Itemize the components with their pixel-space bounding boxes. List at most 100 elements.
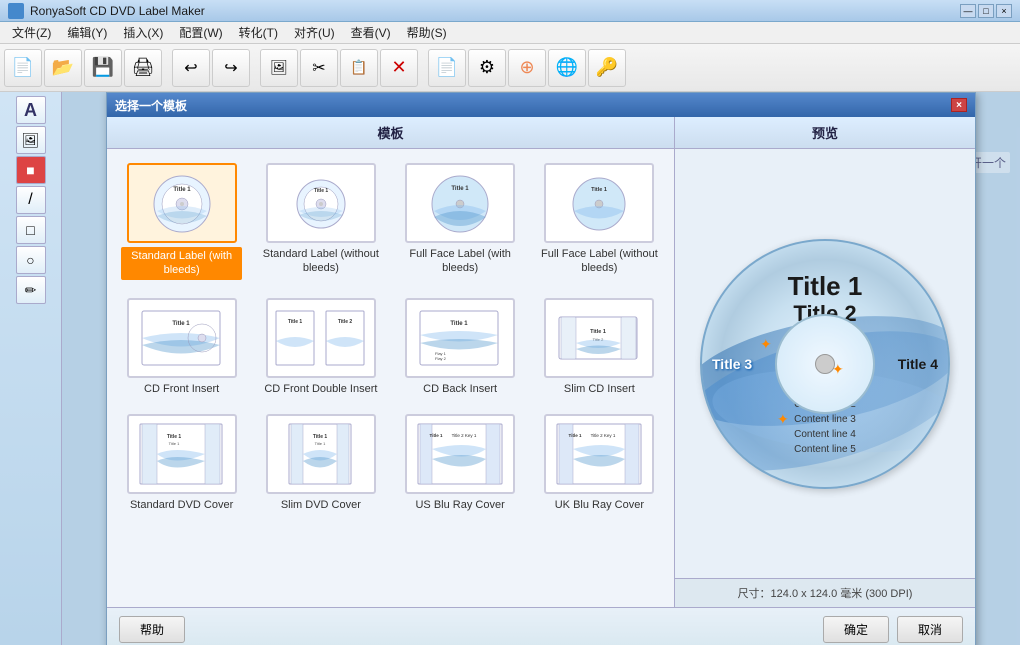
preview-size: 尺寸：124.0 x 124.0 毫米 (300 DPI) (675, 578, 975, 607)
preview-header: 预览 (675, 117, 975, 149)
settings-button[interactable]: ⚙ (468, 49, 506, 87)
svg-text:Title 1: Title 1 (288, 319, 303, 325)
menu-file[interactable]: 文件(Z) (4, 22, 59, 43)
cancel-button[interactable]: 取消 (897, 616, 963, 643)
template-thumb-1: Title 1 (266, 163, 376, 243)
template-thumb-8: Title 1 Title 1 (127, 414, 237, 494)
template-slim-cd-insert[interactable]: Title 1 Title 2 Slim CD Insert (535, 294, 664, 400)
redo-button[interactable]: ↪ (212, 49, 250, 87)
menu-view[interactable]: 查看(V) (343, 22, 399, 43)
undo-button[interactable]: ↩ (172, 49, 210, 87)
dialog-overlay: 选择一个模板 × 模板 (62, 92, 1020, 645)
open-button[interactable]: 📂 (44, 49, 82, 87)
new2-button[interactable]: 📄 (428, 49, 466, 87)
cd-content-line3: Content line 3 (702, 412, 948, 427)
svg-text:Title 1: Title 1 (430, 433, 443, 438)
cut-button[interactable]: ✂ (300, 49, 338, 87)
template-thumb-6: Title 1 Flay 1 Flay 2 (405, 298, 515, 378)
template-cd-front-double-insert[interactable]: Title 1 Title 2 CD Front Double Insert (256, 294, 385, 400)
rect-tool[interactable]: □ (16, 216, 46, 244)
template-cd-back-insert[interactable]: Title 1 Flay 1 Flay 2 CD Back Insert (396, 294, 525, 400)
svg-text:Title 1: Title 1 (166, 434, 181, 440)
star-icon-2: ✦ (832, 361, 844, 378)
toolbar: 📄 📂 💾 🖨 ↩ ↪ 🖼 ✂ 📋 ✕ 📄 ⚙ ⊕ 🌐 🔑 (0, 44, 1020, 92)
template-label-0: Standard Label (with bleeds) (121, 247, 242, 280)
template-thumb-11: Title 1 Title 2 Key 1 (544, 414, 654, 494)
cd-disc: Title 1 Title 2 Title 3 Title 4 Content … (700, 239, 950, 489)
print-button[interactable]: 🖨 (124, 49, 162, 87)
template-thumb-7: Title 1 Title 2 (544, 298, 654, 378)
template-thumb-4: Title 1 (127, 298, 237, 378)
template-standard-dvd-cover[interactable]: Title 1 Title 1 Standard DVD Cover (117, 410, 246, 516)
new-button[interactable]: 📄 (4, 49, 42, 87)
template-full-face-with-bleeds[interactable]: Title 1 Full Face Label (with bleeds) (396, 159, 525, 284)
template-panel: 模板 Title 1 (107, 117, 675, 607)
cd-preview: Title 1 Title 2 Title 3 Title 4 Content … (700, 239, 950, 489)
menu-align[interactable]: 对齐(U) (286, 22, 343, 43)
template-thumb-standard-with-bleeds: Title 1 (127, 163, 237, 243)
circle-tool[interactable]: ○ (16, 246, 46, 274)
menu-edit[interactable]: 编辑(Y) (59, 22, 115, 43)
svg-text:Title 2 Key 1: Title 2 Key 1 (452, 433, 477, 438)
svg-text:Title 1: Title 1 (313, 434, 328, 440)
copy-button[interactable]: 📋 (340, 49, 378, 87)
template-cd-front-insert[interactable]: Title 1 CD Front Insert (117, 294, 246, 400)
svg-text:Title 1: Title 1 (172, 321, 190, 327)
cd-title3: Title 3 (712, 356, 752, 372)
template-slim-dvd-cover[interactable]: Title 1 Title 1 Slim DVD Cover (256, 410, 385, 516)
menu-transform[interactable]: 转化(T) (231, 22, 286, 43)
template-label-11: UK Blu Ray Cover (555, 498, 644, 512)
svg-text:Title 1: Title 1 (591, 187, 607, 193)
template-full-face-without-bleeds[interactable]: Title 1 Full Face Label (without bleeds) (535, 159, 664, 284)
delete-button[interactable]: ✕ (380, 49, 418, 87)
svg-text:Title 1: Title 1 (315, 441, 327, 446)
template-standard-without-bleeds[interactable]: Title 1 Standard Label (without bleeds) (256, 159, 385, 284)
pencil-tool[interactable]: ✏ (16, 276, 46, 304)
template-standard-with-bleeds[interactable]: Title 1 Standard Label (with bleeds) (117, 159, 246, 284)
dialog-title: 选择一个模板 (115, 97, 951, 114)
template-thumb-9: Title 1 Title 1 (266, 414, 376, 494)
template-thumb-10: Title 1 Title 2 Key 1 (405, 414, 515, 494)
web-button[interactable]: 🌐 (548, 49, 586, 87)
window-title: RonyaSoft CD DVD Label Maker (30, 4, 960, 18)
templates-grid: Title 1 Standard Label (with bleeds) (107, 149, 674, 607)
minimize-button[interactable]: — (960, 4, 976, 18)
main-area: A 🖼 ■ / □ ○ ✏ 订开一个 选择一个模板 × 模板 (0, 92, 1020, 645)
template-thumb-3: Title 1 (544, 163, 654, 243)
template-label-1: Standard Label (without bleeds) (260, 247, 381, 276)
star-icon-1: ✦ (760, 336, 772, 353)
image-tool[interactable]: 🖼 (16, 126, 46, 154)
preview-panel: 预览 Title 1 Title 2 Title 3 (675, 117, 975, 607)
dialog-body: 模板 Title 1 (107, 117, 975, 607)
dialog-close-button[interactable]: × (951, 98, 967, 112)
menu-insert[interactable]: 插入(X) (115, 22, 171, 43)
star-icon-3: ✦ (777, 411, 789, 428)
add-image-button[interactable]: 🖼 (260, 49, 298, 87)
save-button[interactable]: 💾 (84, 49, 122, 87)
svg-text:Title 1: Title 1 (168, 441, 180, 446)
template-us-blu-ray-cover[interactable]: Title 1 Title 2 Key 1 US Blu Ray Cover (396, 410, 525, 516)
menu-help[interactable]: 帮助(S) (399, 22, 455, 43)
template-label-4: CD Front Insert (144, 382, 219, 396)
color-tool[interactable]: ■ (16, 156, 46, 184)
menu-config[interactable]: 配置(W) (171, 22, 230, 43)
svg-text:Title 1: Title 1 (569, 433, 582, 438)
ok-button[interactable]: 确定 (823, 616, 889, 643)
svg-text:Title 2 Key 1: Title 2 Key 1 (591, 433, 616, 438)
template-dialog: 选择一个模板 × 模板 (106, 92, 976, 645)
cd-title1: Title 1 (702, 271, 948, 302)
left-toolbar: A 🖼 ■ / □ ○ ✏ (0, 92, 62, 645)
template-uk-blu-ray-cover[interactable]: Title 1 Title 2 Key 1 UK Blu Ray Cover (535, 410, 664, 516)
maximize-button[interactable]: □ (978, 4, 994, 18)
key-button[interactable]: 🔑 (588, 49, 626, 87)
close-button[interactable]: × (996, 4, 1012, 18)
text-tool[interactable]: A (16, 96, 46, 124)
help2-button[interactable]: ⊕ (508, 49, 546, 87)
line-tool[interactable]: / (16, 186, 46, 214)
template-label-6: CD Back Insert (423, 382, 497, 396)
preview-content: Title 1 Title 2 Title 3 Title 4 Content … (675, 149, 975, 578)
templates-header: 模板 (107, 117, 674, 149)
svg-text:Title 1: Title 1 (452, 186, 470, 192)
template-label-10: US Blu Ray Cover (415, 498, 504, 512)
help-button[interactable]: 帮助 (119, 616, 185, 643)
